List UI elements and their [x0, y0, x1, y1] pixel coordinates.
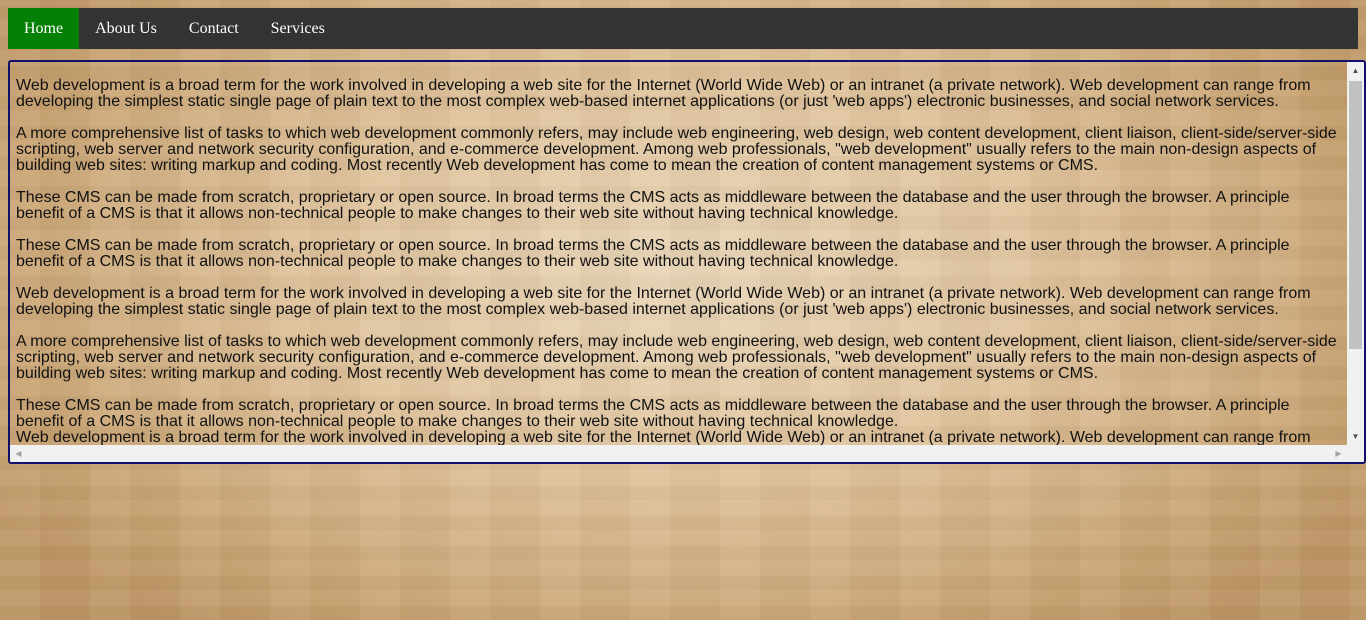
paragraph: A more comprehensive list of tasks to wh… [16, 125, 1337, 174]
horizontal-scrollbar[interactable]: ◀ ▶ [10, 445, 1347, 462]
arrow-up-icon[interactable]: ▲ [1347, 62, 1364, 79]
paragraph: Web development is a broad term for the … [16, 429, 1311, 446]
nav-services[interactable]: Services [255, 8, 341, 49]
nav-contact[interactable]: Contact [173, 8, 255, 49]
content-viewport: Web development is a broad term for the … [10, 62, 1347, 446]
article-text: Web development is a broad term for the … [10, 77, 1347, 446]
paragraph: These CMS can be made from scratch, prop… [16, 237, 1290, 270]
paragraph: Web development is a broad term for the … [16, 285, 1311, 318]
paragraph: These CMS can be made from scratch, prop… [16, 397, 1290, 430]
scrollable-content-box[interactable]: Web development is a broad term for the … [8, 60, 1366, 464]
arrow-right-icon[interactable]: ▶ [1330, 445, 1347, 462]
nav-about-us[interactable]: About Us [79, 8, 173, 49]
paragraph: These CMS can be made from scratch, prop… [16, 189, 1290, 222]
paragraph: Web development is a broad term for the … [16, 77, 1311, 110]
nav-home[interactable]: Home [8, 8, 80, 49]
scrollbar-corner [1347, 445, 1364, 462]
top-navbar: Home About Us Contact Services [8, 8, 1358, 49]
vertical-scrollbar[interactable]: ▲ ▼ [1347, 62, 1364, 445]
arrow-down-icon[interactable]: ▼ [1347, 428, 1364, 445]
paragraph: A more comprehensive list of tasks to wh… [16, 333, 1337, 382]
arrow-left-icon[interactable]: ◀ [10, 445, 27, 462]
vertical-scroll-thumb[interactable] [1349, 81, 1362, 349]
